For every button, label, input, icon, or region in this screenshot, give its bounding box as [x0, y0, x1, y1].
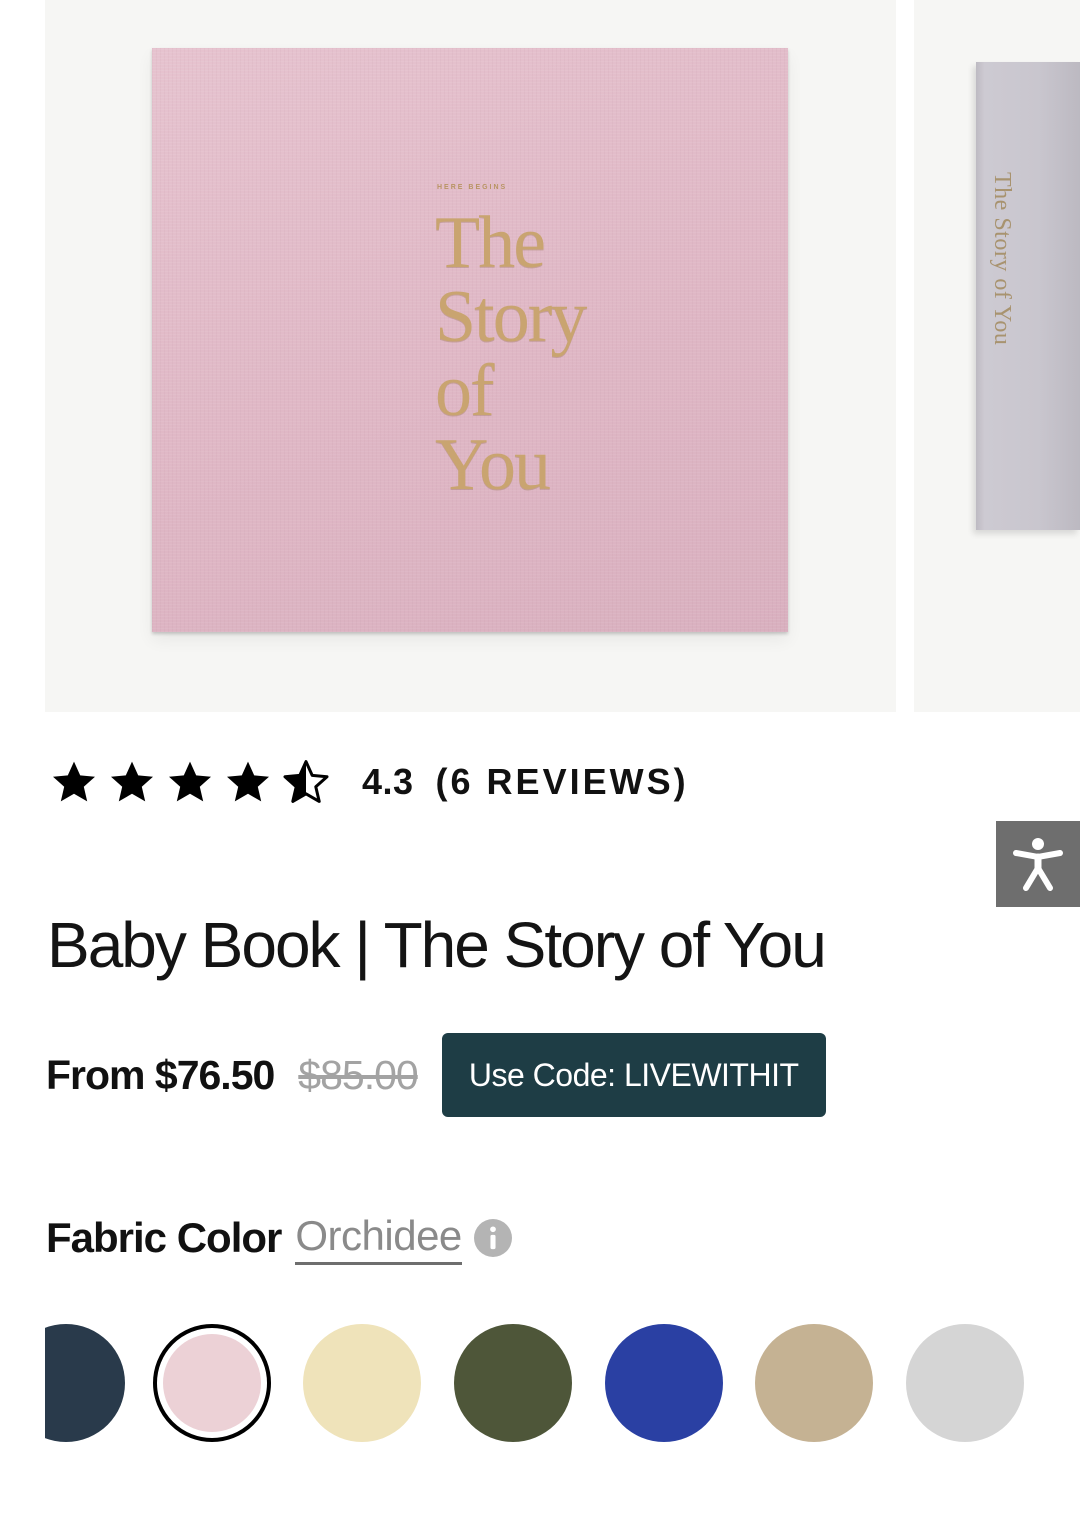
star-full-icon [169, 761, 211, 802]
spine-text: The Story of You [989, 172, 1015, 346]
gallery-slide-next[interactable]: The Story of You [914, 0, 1080, 712]
review-count-link[interactable]: (6 REVIEWS) [436, 761, 689, 803]
swatch-olive[interactable] [454, 1324, 572, 1442]
swatch-cream[interactable] [303, 1324, 421, 1442]
info-icon[interactable] [473, 1219, 512, 1257]
cover-title-line: The [435, 202, 546, 284]
cover-title-line: You [435, 424, 551, 506]
cover-title-line: Story [435, 276, 587, 358]
product-image-gallery[interactable]: HERE BEGINS The Story of You The Story o… [0, 0, 1080, 712]
swatch-cobalt[interactable] [605, 1324, 723, 1442]
accessibility-button[interactable] [996, 821, 1080, 907]
original-price: $85.00 [298, 1051, 418, 1098]
product-title: Baby Book | The Story of You [47, 909, 827, 981]
star-full-icon [111, 761, 153, 802]
rating-value: 4.3 [362, 761, 414, 802]
cover-kicker-text: HERE BEGINS [437, 184, 508, 191]
fabric-color-row: Fabric Color Orchidee [46, 1208, 512, 1268]
gallery-slide-main[interactable]: HERE BEGINS The Story of You [45, 0, 896, 712]
swatch-navy[interactable] [45, 1324, 125, 1442]
fabric-color-label: Fabric Color [46, 1214, 282, 1261]
fabric-color-selected-link[interactable]: Orchidee [295, 1212, 462, 1265]
swatch-orchidee[interactable] [153, 1324, 271, 1442]
cover-title-line: of [435, 350, 495, 432]
book-cover-image: HERE BEGINS The Story of You [152, 48, 788, 632]
swatch-orchidee-fill [163, 1334, 261, 1432]
swatch-sand[interactable] [755, 1324, 873, 1442]
book-spine-image: The Story of You [976, 62, 1080, 530]
price-row: From $76.50 $85.00 Use Code: LIVEWITHIT [46, 1033, 826, 1117]
promo-code-button[interactable]: Use Code: LIVEWITHIT [441, 1033, 826, 1117]
fabric-swatch-list [0, 1322, 1080, 1444]
sale-price: From $76.50 [46, 1051, 275, 1098]
star-full-icon [53, 761, 95, 802]
cover-title: The Story of You [435, 202, 587, 506]
swatch-light-grey[interactable] [906, 1324, 1024, 1442]
star-half-icon [283, 760, 329, 803]
rating-summary[interactable]: 4.3 (6 REVIEWS) [48, 756, 689, 808]
star-full-icon [227, 761, 269, 802]
swatch-clip [45, 1322, 125, 1444]
accessibility-icon [1013, 838, 1063, 891]
